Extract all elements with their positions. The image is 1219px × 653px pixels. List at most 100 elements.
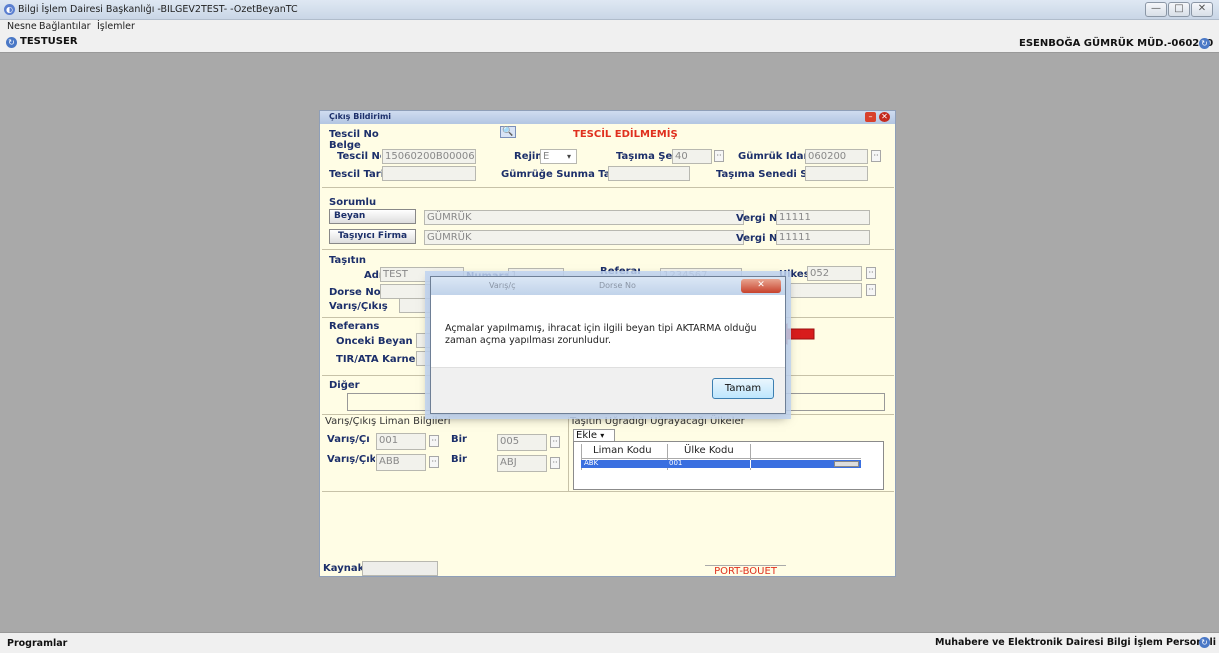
dorse-lookup-button[interactable]: ·· <box>866 284 876 296</box>
dialog-close-button[interactable]: ✕ <box>741 279 781 293</box>
rejim-value: E <box>543 151 550 162</box>
tescil-status: TESCİL EDİLMEMİŞ <box>573 129 678 140</box>
varis-cikis2-label: Varış/Çık <box>327 454 375 465</box>
bottom-refresh-icon[interactable]: ↻ <box>1199 637 1210 648</box>
programlar-label[interactable]: Programlar <box>7 638 67 649</box>
tasitin-label: Taşıtın <box>329 255 366 266</box>
varis-cikis2-lookup-button[interactable]: ·· <box>429 456 439 468</box>
diger-label: Diğer <box>329 380 360 391</box>
gumruk-idare-label: Gümrük İdare <box>738 151 806 162</box>
chevron-down-icon: ▾ <box>600 431 605 440</box>
warning-dialog: Varış/ç Dorse No ✕ Açmalar yapılmamış, i… <box>430 276 786 414</box>
kaynak-label: Kaynak <box>323 563 365 574</box>
app-titlebar: ◐ Bilgi İşlem Dairesi Başkanlığı -BILGEV… <box>0 0 1219 20</box>
divider <box>322 491 894 492</box>
beyan-field[interactable]: GÜMRÜK <box>424 210 744 225</box>
form-minimize-icon[interactable]: – <box>865 112 876 122</box>
tescil-tarihi-field[interactable] <box>382 166 476 181</box>
divider <box>322 187 894 188</box>
vertical-divider <box>568 417 569 491</box>
tescil-tarihi-label: Tescil Tarihi <box>329 169 383 180</box>
port-text: PORT-BOUET <box>705 565 786 578</box>
dialog-title-mid: Dorse No <box>599 281 636 290</box>
refresh-icon[interactable]: ↻ <box>6 37 17 48</box>
ulkeler-grid: Liman Kodu Ülke Kodu ABK 001 <box>573 441 884 490</box>
tasiyici-firma-button[interactable]: Taşıyıcı Firma <box>329 229 416 244</box>
grid-header-line <box>581 458 861 459</box>
table-row[interactable]: ABK 001 <box>581 459 861 468</box>
varis-cikis1-label: Varış/Çı <box>327 434 370 445</box>
varis-cikis2-field[interactable]: ABB <box>376 454 426 471</box>
divider <box>322 414 894 415</box>
tasima-sekli-field[interactable]: 40 <box>672 149 712 164</box>
close-window-button[interactable]: ✕ <box>1191 2 1213 17</box>
vergi-no2-field[interactable]: 11111 <box>776 230 870 245</box>
dorse-right-field[interactable] <box>790 283 862 298</box>
bir1-lookup-button[interactable]: ·· <box>550 436 560 448</box>
dialog-title-left: Varış/ç <box>489 281 516 290</box>
divider <box>322 249 894 250</box>
menu-nesne[interactable]: Nesne <box>7 21 37 32</box>
gumruk-idare-lookup-button[interactable]: ·· <box>871 150 881 162</box>
dorse-no-label: Dorse No <box>329 287 381 298</box>
app-logo-icon: ◐ <box>4 4 15 15</box>
form-close-icon[interactable]: ✕ <box>879 112 890 122</box>
vergi-no1-label: Vergi No <box>736 213 778 224</box>
grid-cell-line <box>750 460 751 468</box>
bir2-field[interactable]: ABJ <box>497 455 547 472</box>
menu-islemler[interactable]: İşlemler <box>97 21 135 32</box>
referans-label: Referans <box>329 321 380 332</box>
grid-header-liman-kodu: Liman Kodu <box>593 445 652 456</box>
dialog-footer: Tamam <box>431 367 785 413</box>
sorumlu-label: Sorumlu <box>329 197 377 208</box>
ulkesi-field[interactable]: 052 <box>807 266 862 281</box>
ulkeler-section-label: Taşıtın Uğradığı Uğrayacağı Ülkeler <box>570 416 745 427</box>
beyan-button[interactable]: Beyan <box>329 209 416 224</box>
bottom-right-label: Muhabere ve Elektronik Dairesi Bilgi İşl… <box>935 637 1217 648</box>
grid-row-button[interactable] <box>834 461 859 467</box>
tasima-senedi-field[interactable] <box>805 166 868 181</box>
rejim-select[interactable]: E ▾ <box>540 149 577 164</box>
gumruge-sunma-label: Gümrüğe Sunma Ta <box>501 169 608 180</box>
tasima-sekli-label: Taşıma Şekli <box>616 151 674 162</box>
dialog-titlebar: Varış/ç Dorse No ✕ <box>431 277 785 295</box>
ekle-label: Ekle <box>576 430 598 441</box>
vergi-no1-field[interactable]: 11111 <box>776 210 870 225</box>
user-bar: ↻ TESTUSER ESENBOĞA GÜMRÜK MÜD.-060200 ↻ <box>0 33 1219 53</box>
grid-cell-ulke: 001 <box>669 459 683 467</box>
onceki-beyan-label: Önceki Beyan No <box>336 336 416 347</box>
kaynak-field[interactable] <box>362 561 438 576</box>
varis-cikis-label: Varış/Çıkış <box>329 301 388 312</box>
varis-cikis1-field[interactable]: 001 <box>376 433 426 450</box>
bir2-lookup-button[interactable]: ·· <box>550 457 560 469</box>
tasiyici-field[interactable]: GÜMRÜK <box>424 230 744 245</box>
gumruk-idare-field[interactable]: 060200 <box>805 149 868 164</box>
tir-ata-label: TIR/ATA Karne <box>336 354 416 365</box>
ulkesi-lookup-button[interactable]: ·· <box>866 267 876 279</box>
form-titlebar: Çıkış Bildirimi – ✕ <box>320 111 895 124</box>
search-icon[interactable]: 🔍 <box>500 126 516 138</box>
grid-header-ulke-kodu: Ülke Kodu <box>684 445 734 456</box>
dialog-message: Açmalar yapılmamış, ihracat için ilgili … <box>445 323 757 346</box>
menu-baglantilar[interactable]: Bağlantılar <box>39 21 91 32</box>
bir2-label: Bir <box>451 454 467 465</box>
tasima-sekli-lookup-button[interactable]: ·· <box>714 150 724 162</box>
tescil-no2-label: Tescil No <box>337 151 381 162</box>
tamam-button[interactable]: Tamam <box>712 378 774 399</box>
vergi-no2-label: Vergi No <box>736 233 778 244</box>
restore-button[interactable]: □ <box>1168 2 1190 17</box>
bir1-label: Bir <box>451 434 467 445</box>
chevron-down-icon: ▾ <box>567 152 572 161</box>
minimize-button[interactable]: — <box>1145 2 1167 17</box>
tescil-no-label: Tescil No <box>329 129 379 140</box>
form-title: Çıkış Bildirimi <box>329 112 392 121</box>
grid-cell-liman: ABK <box>584 459 599 467</box>
tescil-no-field[interactable]: 15060200B000063416 <box>382 149 476 164</box>
gumruge-sunma-field[interactable] <box>608 166 690 181</box>
app-title: Bilgi İşlem Dairesi Başkanlığı -BILGEV2T… <box>18 4 298 15</box>
bir1-field[interactable]: 005 <box>497 434 547 451</box>
user-name: TESTUSER <box>20 36 78 47</box>
varis-cikis1-lookup-button[interactable]: ·· <box>429 435 439 447</box>
office-name: ESENBOĞA GÜMRÜK MÜD.-060200 <box>1019 38 1214 49</box>
office-refresh-icon[interactable]: ↻ <box>1199 38 1210 49</box>
